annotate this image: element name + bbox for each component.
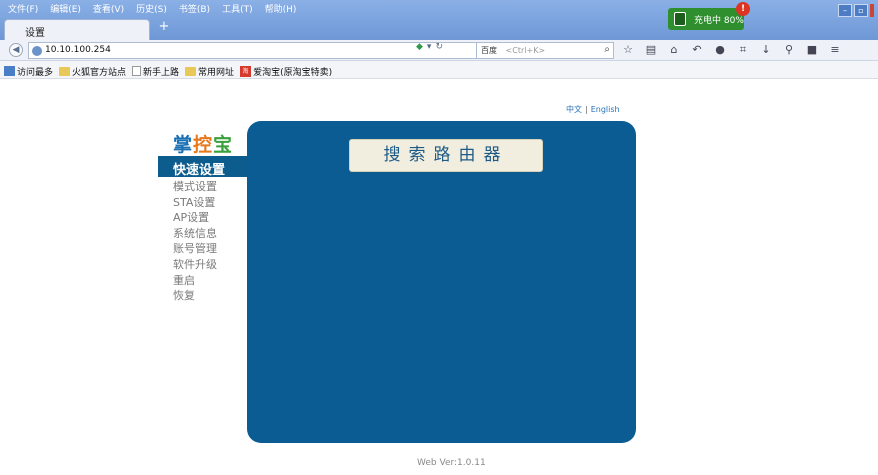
home-icon[interactable]: ⌂ — [668, 43, 680, 57]
most-visited-icon — [4, 66, 15, 76]
reload-icon[interactable]: ↻ — [435, 42, 443, 52]
bookmark-label: 爱淘宝(原淘宝特卖) — [253, 67, 333, 78]
nav-item-system-info[interactable]: 系统信息 — [173, 226, 217, 242]
bookmark-most-visited[interactable]: 访问最多 — [4, 64, 53, 78]
web-version: Web Ver:1.0.11 — [417, 458, 486, 468]
search-box[interactable]: 百度 <Ctrl+K> ⌕ — [476, 42, 614, 59]
brand-logo: 掌控宝 — [173, 130, 233, 157]
menu-bookmarks[interactable]: 书签(B) — [177, 1, 212, 16]
chat-icon[interactable]: ● — [714, 43, 726, 57]
shield-icon[interactable]: ◆ — [416, 42, 423, 52]
nav-item-mode-setup[interactable]: 模式设置 — [173, 179, 217, 195]
download-icon[interactable]: ↓ — [760, 43, 772, 57]
url-bar-icons: ◆ ▾ ↻ — [416, 42, 443, 52]
language-switcher: 中文 | English — [566, 104, 620, 115]
nav-item-restore[interactable]: 恢复 — [173, 288, 217, 304]
menu-view[interactable]: 查看(V) — [91, 1, 126, 16]
bookmark-common-sites[interactable]: 常用网址 — [185, 64, 234, 78]
undo-icon[interactable]: ↶ — [691, 43, 703, 57]
new-tab-button[interactable]: + — [157, 20, 171, 34]
close-button[interactable] — [870, 4, 874, 17]
nav-item-firmware-upgrade[interactable]: 软件升级 — [173, 257, 217, 273]
taobao-icon: 淘 — [240, 65, 252, 77]
crop-icon[interactable]: ⌗ — [737, 43, 749, 57]
page-icon — [132, 66, 142, 76]
menu-edit[interactable]: 编辑(E) — [48, 1, 83, 16]
bookmark-getting-started[interactable]: 新手上路 — [132, 64, 179, 78]
back-button[interactable]: ◀ — [9, 43, 23, 57]
lang-english-link[interactable]: English — [591, 105, 620, 114]
user-icon[interactable]: ⚲ — [783, 43, 795, 57]
library-icon[interactable]: ▤ — [645, 43, 657, 57]
window-controls: – ▫ — [838, 4, 874, 17]
menu-icon[interactable]: ≡ — [829, 43, 841, 57]
bookmark-label: 访问最多 — [17, 67, 54, 78]
brand-char-1: 掌 — [173, 134, 194, 156]
nav-item-sta-setup[interactable]: STA设置 — [173, 195, 217, 211]
menu-file[interactable]: 文件(F) — [6, 1, 40, 16]
menu-bar: 文件(F) 编辑(E) 查看(V) 历史(S) 书签(B) 工具(T) 帮助(H… — [6, 1, 298, 16]
bookmark-label: 火狐官方站点 — [72, 67, 127, 78]
side-nav: 模式设置 STA设置 AP设置 系统信息 账号管理 软件升级 重启 恢复 — [173, 179, 217, 304]
nav-item-account-management[interactable]: 账号管理 — [173, 241, 217, 257]
brand-char-2: 控 — [193, 134, 214, 156]
brand-char-3: 宝 — [213, 134, 234, 156]
restore-button[interactable]: ▫ — [854, 4, 868, 17]
folder-icon — [185, 66, 197, 76]
lang-separator: | — [585, 105, 588, 114]
nav-item-reboot[interactable]: 重启 — [173, 273, 217, 289]
search-placeholder: <Ctrl+K> — [505, 46, 546, 55]
star-icon[interactable]: ☆ — [622, 43, 634, 57]
search-router-button[interactable]: 搜索路由器 — [349, 139, 543, 172]
bookmark-firefox-site[interactable]: 火狐官方站点 — [59, 64, 126, 78]
menu-history[interactable]: 历史(S) — [134, 1, 169, 16]
browser-titlebar: 文件(F) 编辑(E) 查看(V) 历史(S) 书签(B) 工具(T) 帮助(H… — [0, 0, 878, 40]
search-engine-label: 百度 — [481, 46, 497, 55]
folder-icon — [59, 66, 71, 76]
menu-help[interactable]: 帮助(H) — [263, 1, 299, 16]
navigation-bar: ◀ 10.10.100.254 ◆ ▾ ↻ 百度 <Ctrl+K> ⌕ ☆ ▤ … — [0, 40, 878, 61]
browser-tab[interactable]: 设置 — [4, 19, 150, 40]
addon-icon[interactable]: ■ — [806, 43, 818, 57]
dropdown-icon[interactable]: ▾ — [427, 42, 432, 52]
minimize-button[interactable]: – — [838, 4, 852, 17]
globe-icon — [32, 46, 42, 56]
tab-title: 设置 — [25, 28, 45, 39]
charging-indicator: 充电中 80% ! — [668, 2, 750, 30]
bookmark-label: 常用网址 — [198, 67, 235, 78]
charging-text: 充电中 80% — [694, 16, 744, 26]
bookmarks-bar: 访问最多 火狐官方站点 新手上路 常用网址 淘爱淘宝(原淘宝特卖) — [0, 61, 878, 79]
search-icon[interactable]: ⌕ — [604, 44, 610, 55]
lang-chinese-link[interactable]: 中文 — [566, 105, 582, 114]
alert-icon: ! — [736, 2, 750, 16]
url-text: 10.10.100.254 — [45, 45, 111, 55]
battery-icon — [674, 12, 686, 26]
menu-tools[interactable]: 工具(T) — [220, 1, 255, 16]
bookmark-label: 新手上路 — [143, 67, 180, 78]
bookmark-taobao[interactable]: 淘爱淘宝(原淘宝特卖) — [240, 64, 332, 78]
browser-toolbar: ☆ ▤ ⌂ ↶ ● ⌗ ↓ ⚲ ■ ≡ — [622, 43, 841, 57]
nav-item-ap-setup[interactable]: AP设置 — [173, 210, 217, 226]
